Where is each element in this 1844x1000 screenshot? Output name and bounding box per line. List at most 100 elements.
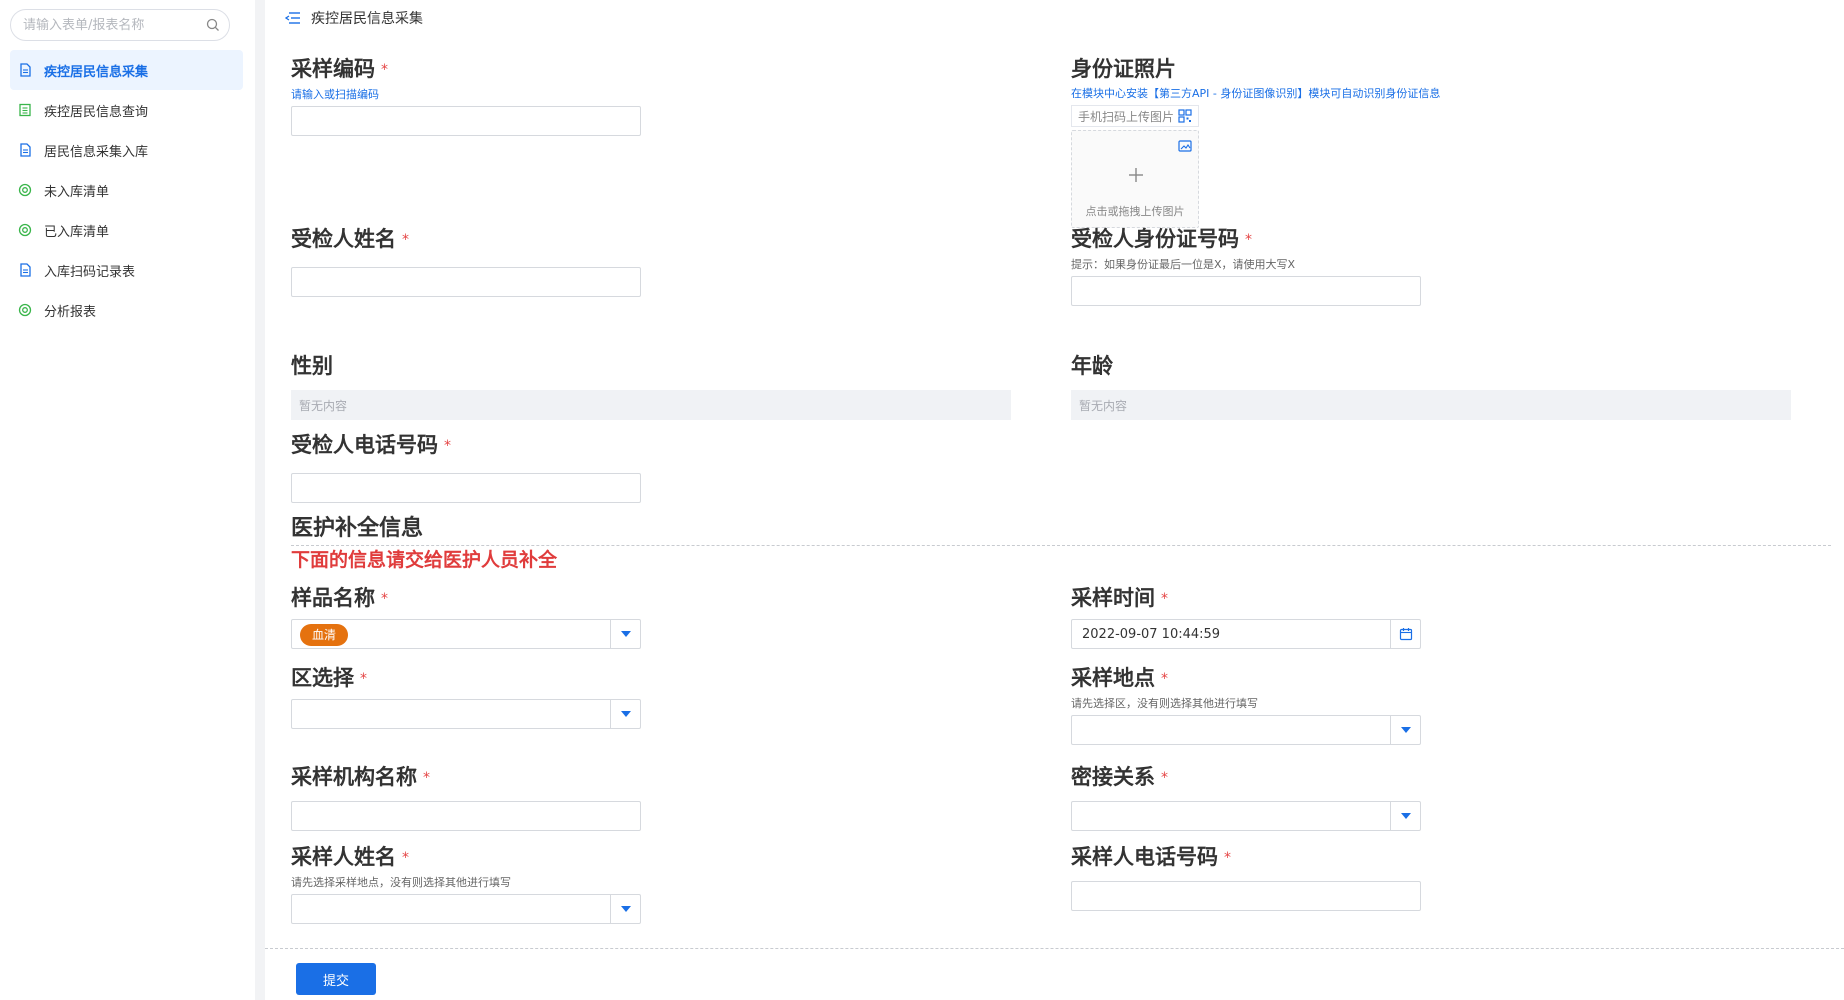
sidebar-nav: 疾控居民信息采集 疾控居民信息查询 居民信息采集入库 未入库清单 已入库清单 入…	[10, 50, 243, 330]
dropdown-arrow-icon[interactable]	[610, 700, 640, 728]
district-select[interactable]	[291, 699, 641, 729]
section-note: 下面的信息请交给医护人员补全	[291, 549, 558, 571]
sampling-location-label: 采样地点	[1071, 666, 1155, 690]
required-mark: *	[444, 438, 451, 454]
age-value: 暂无内容	[1071, 390, 1791, 420]
district-field: 区选择 *	[291, 664, 641, 729]
image-icon	[1178, 140, 1192, 152]
calendar-icon[interactable]	[1390, 620, 1420, 648]
sidebar-item-query[interactable]: 疾控居民信息查询	[10, 90, 243, 130]
sampling-location-hint: 请先选择区，没有则选择其他进行填写	[1071, 697, 1258, 710]
id-photo-field: 身份证照片 在模块中心安装【第三方API - 身份证图像识别】模块可自动识别身份…	[1071, 55, 1671, 228]
gender-label: 性别	[291, 354, 333, 378]
sampling-code-hint: 请输入或扫描编码	[291, 88, 379, 101]
list-icon	[18, 103, 32, 117]
name-input[interactable]	[291, 267, 641, 297]
document-icon	[18, 143, 32, 157]
sampling-code-input[interactable]	[291, 106, 641, 136]
dropdown-arrow-icon[interactable]	[1390, 716, 1420, 744]
phone-label: 受检人电话号码	[291, 433, 438, 457]
sample-name-select[interactable]: 血清	[291, 619, 641, 649]
org-name-label: 采样机构名称	[291, 765, 417, 789]
org-name-field: 采样机构名称 *	[291, 763, 641, 831]
collapse-menu-icon[interactable]	[285, 11, 301, 25]
gender-field: 性别 暂无内容	[291, 352, 1011, 420]
sampling-location-select[interactable]	[1071, 715, 1421, 745]
section-title: 医护补全信息	[291, 516, 424, 541]
circle-target-icon	[18, 303, 32, 317]
circle-target-icon	[18, 183, 32, 197]
qrcode-icon	[1178, 109, 1192, 123]
header: 疾控居民信息采集	[285, 6, 423, 30]
sampling-time-value: 2022-09-07 10:44:59	[1082, 626, 1221, 642]
sampling-time-label: 采样时间	[1071, 586, 1155, 610]
sample-name-label: 样品名称	[291, 586, 375, 610]
mobile-scan-label: 手机扫码上传图片	[1078, 109, 1175, 124]
search-box[interactable]	[10, 9, 230, 41]
document-icon	[18, 263, 32, 277]
contact-relation-field: 密接关系 *	[1071, 763, 1421, 831]
sampling-location-field: 采样地点 * 请先选择区，没有则选择其他进行填写	[1071, 664, 1421, 745]
required-mark: *	[1224, 850, 1231, 866]
sampling-time-input[interactable]: 2022-09-07 10:44:59	[1071, 619, 1421, 649]
medical-section: 医护补全信息	[291, 510, 423, 542]
contact-relation-select[interactable]	[1071, 801, 1421, 831]
image-upload-area[interactable]: 点击或拖拽上传图片	[1071, 130, 1199, 228]
id-photo-label: 身份证照片	[1071, 57, 1176, 81]
name-label: 受检人姓名	[291, 227, 396, 251]
sampler-name-select[interactable]	[291, 894, 641, 924]
page-title: 疾控居民信息采集	[311, 11, 423, 27]
required-mark: *	[402, 232, 409, 248]
dropdown-arrow-icon[interactable]	[1390, 802, 1420, 830]
submit-button[interactable]: 提交	[296, 963, 376, 995]
sampler-name-field: 采样人姓名 * 请先选择采样地点，没有则选择其他进行填写	[291, 843, 641, 924]
sidebar-item-storage[interactable]: 居民信息采集入库	[10, 130, 243, 170]
org-name-input[interactable]	[291, 801, 641, 831]
sidebar-item-analysis[interactable]: 分析报表	[10, 290, 243, 330]
id-number-input[interactable]	[1071, 276, 1421, 306]
id-number-hint: 提示：如果身份证最后一位是X，请使用大写X	[1071, 258, 1296, 271]
id-number-label: 受检人身份证号码	[1071, 227, 1239, 251]
contact-relation-label: 密接关系	[1071, 765, 1155, 789]
section-note-wrap: 下面的信息请交给医护人员补全	[291, 545, 557, 572]
circle-target-icon	[18, 223, 32, 237]
sampler-phone-label: 采样人电话号码	[1071, 845, 1218, 869]
sampler-phone-input[interactable]	[1071, 881, 1421, 911]
plus-icon	[1129, 168, 1143, 182]
document-icon	[18, 63, 32, 77]
required-mark: *	[381, 62, 388, 78]
phone-input[interactable]	[291, 473, 641, 503]
sampler-name-label: 采样人姓名	[291, 845, 396, 869]
sidebar-item-collection[interactable]: 疾控居民信息采集	[10, 50, 243, 90]
sidebar-item-label: 分析报表	[44, 304, 97, 320]
sidebar-item-stored[interactable]: 已入库清单	[10, 210, 243, 250]
sidebar-item-label: 入库扫码记录表	[44, 264, 136, 280]
required-mark: *	[1161, 671, 1168, 687]
search-icon[interactable]	[206, 18, 220, 32]
dropdown-arrow-icon[interactable]	[610, 895, 640, 923]
required-mark: *	[423, 770, 430, 786]
sidebar-item-label: 居民信息采集入库	[44, 144, 149, 160]
age-field: 年龄 暂无内容	[1071, 352, 1791, 420]
name-field: 受检人姓名 *	[291, 225, 641, 297]
required-mark: *	[1161, 770, 1168, 786]
sample-name-field: 样品名称 * 血清	[291, 584, 641, 649]
search-input[interactable]	[11, 10, 191, 40]
sidebar: 疾控居民信息采集 疾控居民信息查询 居民信息采集入库 未入库清单 已入库清单 入…	[0, 0, 255, 1000]
sampling-code-field: 采样编码 * 请输入或扫描编码	[291, 55, 641, 136]
mobile-scan-upload[interactable]: 手机扫码上传图片	[1071, 105, 1200, 127]
dropdown-arrow-icon[interactable]	[610, 620, 640, 648]
sidebar-item-not-stored[interactable]: 未入库清单	[10, 170, 243, 210]
sampler-name-hint: 请先选择采样地点，没有则选择其他进行填写	[291, 876, 511, 889]
sidebar-item-label: 疾控居民信息查询	[44, 104, 149, 120]
district-label: 区选择	[291, 666, 354, 690]
sidebar-item-scan-records[interactable]: 入库扫码记录表	[10, 250, 243, 290]
phone-field: 受检人电话号码 *	[291, 431, 641, 503]
sidebar-item-label: 已入库清单	[44, 224, 110, 240]
footer-divider	[265, 948, 1844, 949]
sample-tag[interactable]: 血清	[300, 624, 349, 646]
sampling-code-label: 采样编码	[291, 57, 375, 81]
required-mark: *	[360, 671, 367, 687]
required-mark: *	[1245, 232, 1252, 248]
sampler-phone-field: 采样人电话号码 *	[1071, 843, 1421, 911]
